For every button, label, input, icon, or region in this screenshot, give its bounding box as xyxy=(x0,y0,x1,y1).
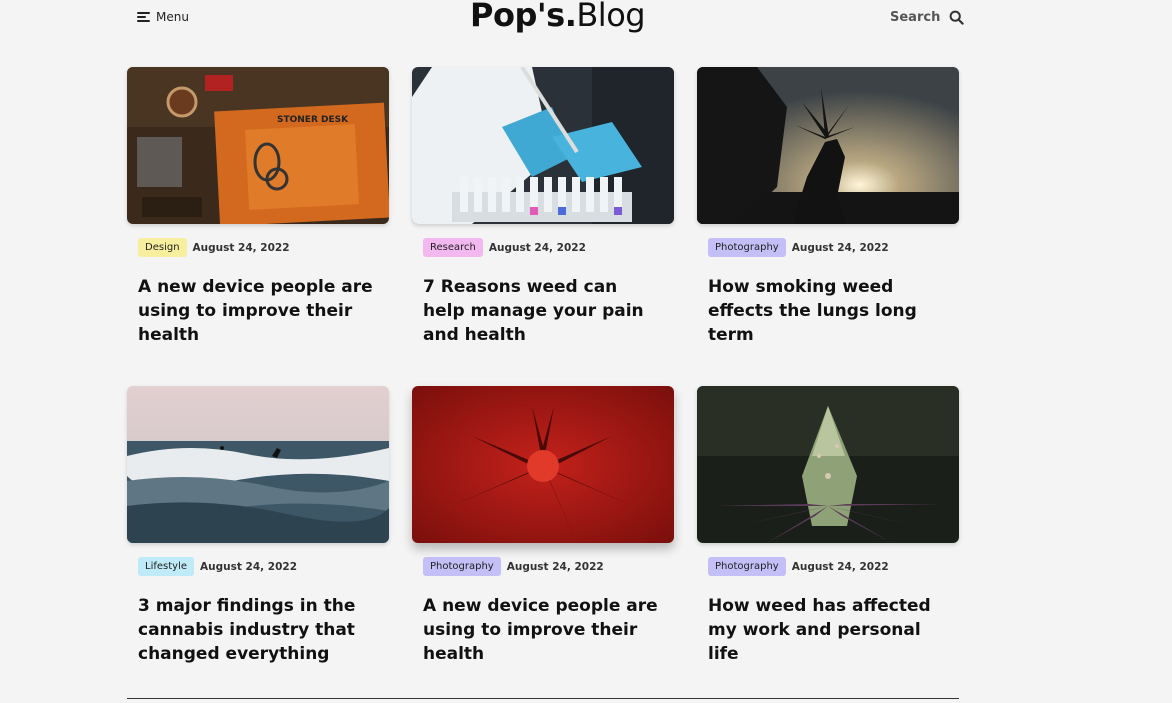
post-meta: Photography August 24, 2022 xyxy=(708,238,959,257)
search-button[interactable]: Search xyxy=(890,10,965,25)
post-card[interactable]: Photography August 24, 2022 How smoking … xyxy=(697,67,959,347)
post-card[interactable]: Photography August 24, 2022 A new device… xyxy=(412,386,674,666)
post-title[interactable]: A new device people are using to improve… xyxy=(138,275,378,347)
search-label: Search xyxy=(890,10,941,25)
post-thumbnail-lab-pipette[interactable] xyxy=(412,67,674,224)
category-tag[interactable]: Lifestyle xyxy=(138,557,195,576)
footer-divider xyxy=(127,698,959,699)
post-title[interactable]: How smoking weed effects the lungs long … xyxy=(708,275,948,347)
top-navigation: Menu Pop's.Blog Search xyxy=(0,0,1172,40)
post-date: August 24, 2022 xyxy=(791,560,889,573)
post-meta: Design August 24, 2022 xyxy=(138,238,389,257)
post-thumbnail-cannabis-bud[interactable] xyxy=(697,386,959,543)
post-title[interactable]: A new device people are using to improve… xyxy=(423,594,663,666)
post-title[interactable]: 3 major findings in the cannabis industr… xyxy=(138,594,378,666)
post-title[interactable]: How weed has affected my work and person… xyxy=(708,594,948,666)
category-tag[interactable]: Photography xyxy=(708,557,786,576)
post-title[interactable]: 7 Reasons weed can help manage your pain… xyxy=(423,275,663,347)
post-date: August 24, 2022 xyxy=(791,241,889,254)
post-card[interactable]: STONER DESK Design August 24, 2022 A new… xyxy=(127,67,389,347)
menu-label: Menu xyxy=(156,10,189,24)
post-date: August 24, 2022 xyxy=(488,241,586,254)
logo-light-text: Blog xyxy=(576,0,646,34)
post-thumbnail-red-plant[interactable] xyxy=(412,386,674,543)
post-card[interactable]: Photography August 24, 2022 How weed has… xyxy=(697,386,959,666)
category-tag[interactable]: Photography xyxy=(708,238,786,257)
logo-bold-text: Pop's. xyxy=(470,0,577,34)
category-tag[interactable]: Design xyxy=(138,238,187,257)
post-date: August 24, 2022 xyxy=(200,560,298,573)
hamburger-icon xyxy=(137,12,150,22)
menu-button[interactable]: Menu xyxy=(137,10,189,24)
site-logo[interactable]: Pop's.Blog xyxy=(470,0,646,34)
post-thumbnail-surf-waves[interactable] xyxy=(127,386,389,543)
post-date: August 24, 2022 xyxy=(192,241,290,254)
post-meta: Lifestyle August 24, 2022 xyxy=(138,557,389,576)
search-icon xyxy=(949,10,965,25)
post-date: August 24, 2022 xyxy=(506,560,604,573)
post-thumbnail-stoner-desk[interactable]: STONER DESK xyxy=(127,67,389,224)
post-meta: Photography August 24, 2022 xyxy=(708,557,959,576)
category-tag[interactable]: Research xyxy=(423,238,483,257)
svg-text:STONER DESK: STONER DESK xyxy=(277,115,349,125)
category-tag[interactable]: Photography xyxy=(423,557,501,576)
post-meta: Photography August 24, 2022 xyxy=(423,557,674,576)
post-card[interactable]: Lifestyle August 24, 2022 3 major findin… xyxy=(127,386,389,666)
post-meta: Research August 24, 2022 xyxy=(423,238,674,257)
post-thumbnail-leaf-silhouette[interactable] xyxy=(697,67,959,224)
post-card[interactable]: Research August 24, 2022 7 Reasons weed … xyxy=(412,67,674,347)
